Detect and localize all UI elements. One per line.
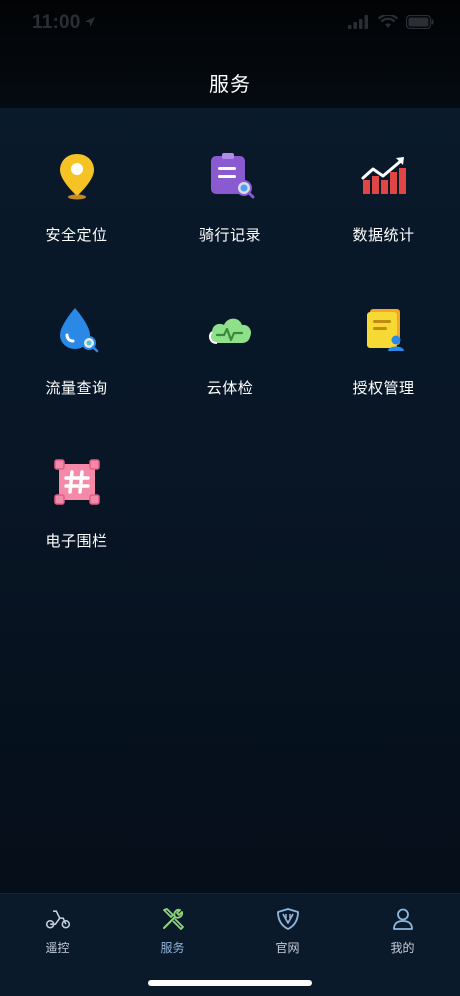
service-item-data-stats[interactable]: 数据统计 [307,138,460,291]
tab-label: 官网 [275,941,300,955]
service-item-authorization[interactable]: 授权管理 [307,291,460,444]
battery-icon [406,15,434,29]
ride-record-icon [211,153,255,199]
location-arrow-icon [85,17,95,27]
service-label: 安全定位 [45,226,108,244]
location-pin-icon [59,154,94,200]
cloud-check-icon [208,318,252,344]
tab-label: 服务 [160,941,185,955]
person-icon [392,908,413,930]
tab-mine[interactable]: 我的 [345,894,460,996]
service-label: 流量查询 [45,379,108,397]
tab-label: 我的 [390,941,415,955]
shield-icon [276,908,299,930]
service-item-ride-record[interactable]: 骑行记录 [153,138,307,291]
wifi-icon [378,15,398,28]
status-indicators [348,15,434,29]
service-grid: 安全定位 骑行记录 数据统计 流量查询 云体检 授权管理 电子围栏 [0,138,460,597]
service-item-safety-location[interactable]: 安全定位 [0,138,153,291]
service-label: 云体检 [206,379,254,397]
tools-icon [162,908,184,930]
service-label: 骑行记录 [198,226,261,244]
page-title: 服务 [209,72,251,96]
service-item-geofence[interactable]: 电子围栏 [0,444,153,597]
geofence-icon [53,459,100,505]
header: 服务 [0,50,460,108]
data-stats-icon [361,157,406,194]
status-bar: 11:00 [0,0,460,50]
service-label: 数据统计 [352,226,415,244]
authorization-icon [366,309,404,351]
cellular-signal-icon [348,15,368,29]
tab-label: 遥控 [45,941,70,955]
service-label: 授权管理 [352,379,415,397]
service-screen: 11:00 服务 安全定位 骑行记录 数据统计 流量查询 云体检 授权管理 电子… [0,0,460,996]
service-label: 电子围栏 [45,532,108,550]
data-usage-icon [59,308,98,353]
home-indicator[interactable] [148,980,312,986]
service-item-cloud-check[interactable]: 云体检 [153,291,307,444]
status-time: 11:00 [32,12,81,33]
service-item-data-usage[interactable]: 流量查询 [0,291,153,444]
scooter-icon [45,910,70,929]
tab-remote-control[interactable]: 遥控 [0,894,115,996]
